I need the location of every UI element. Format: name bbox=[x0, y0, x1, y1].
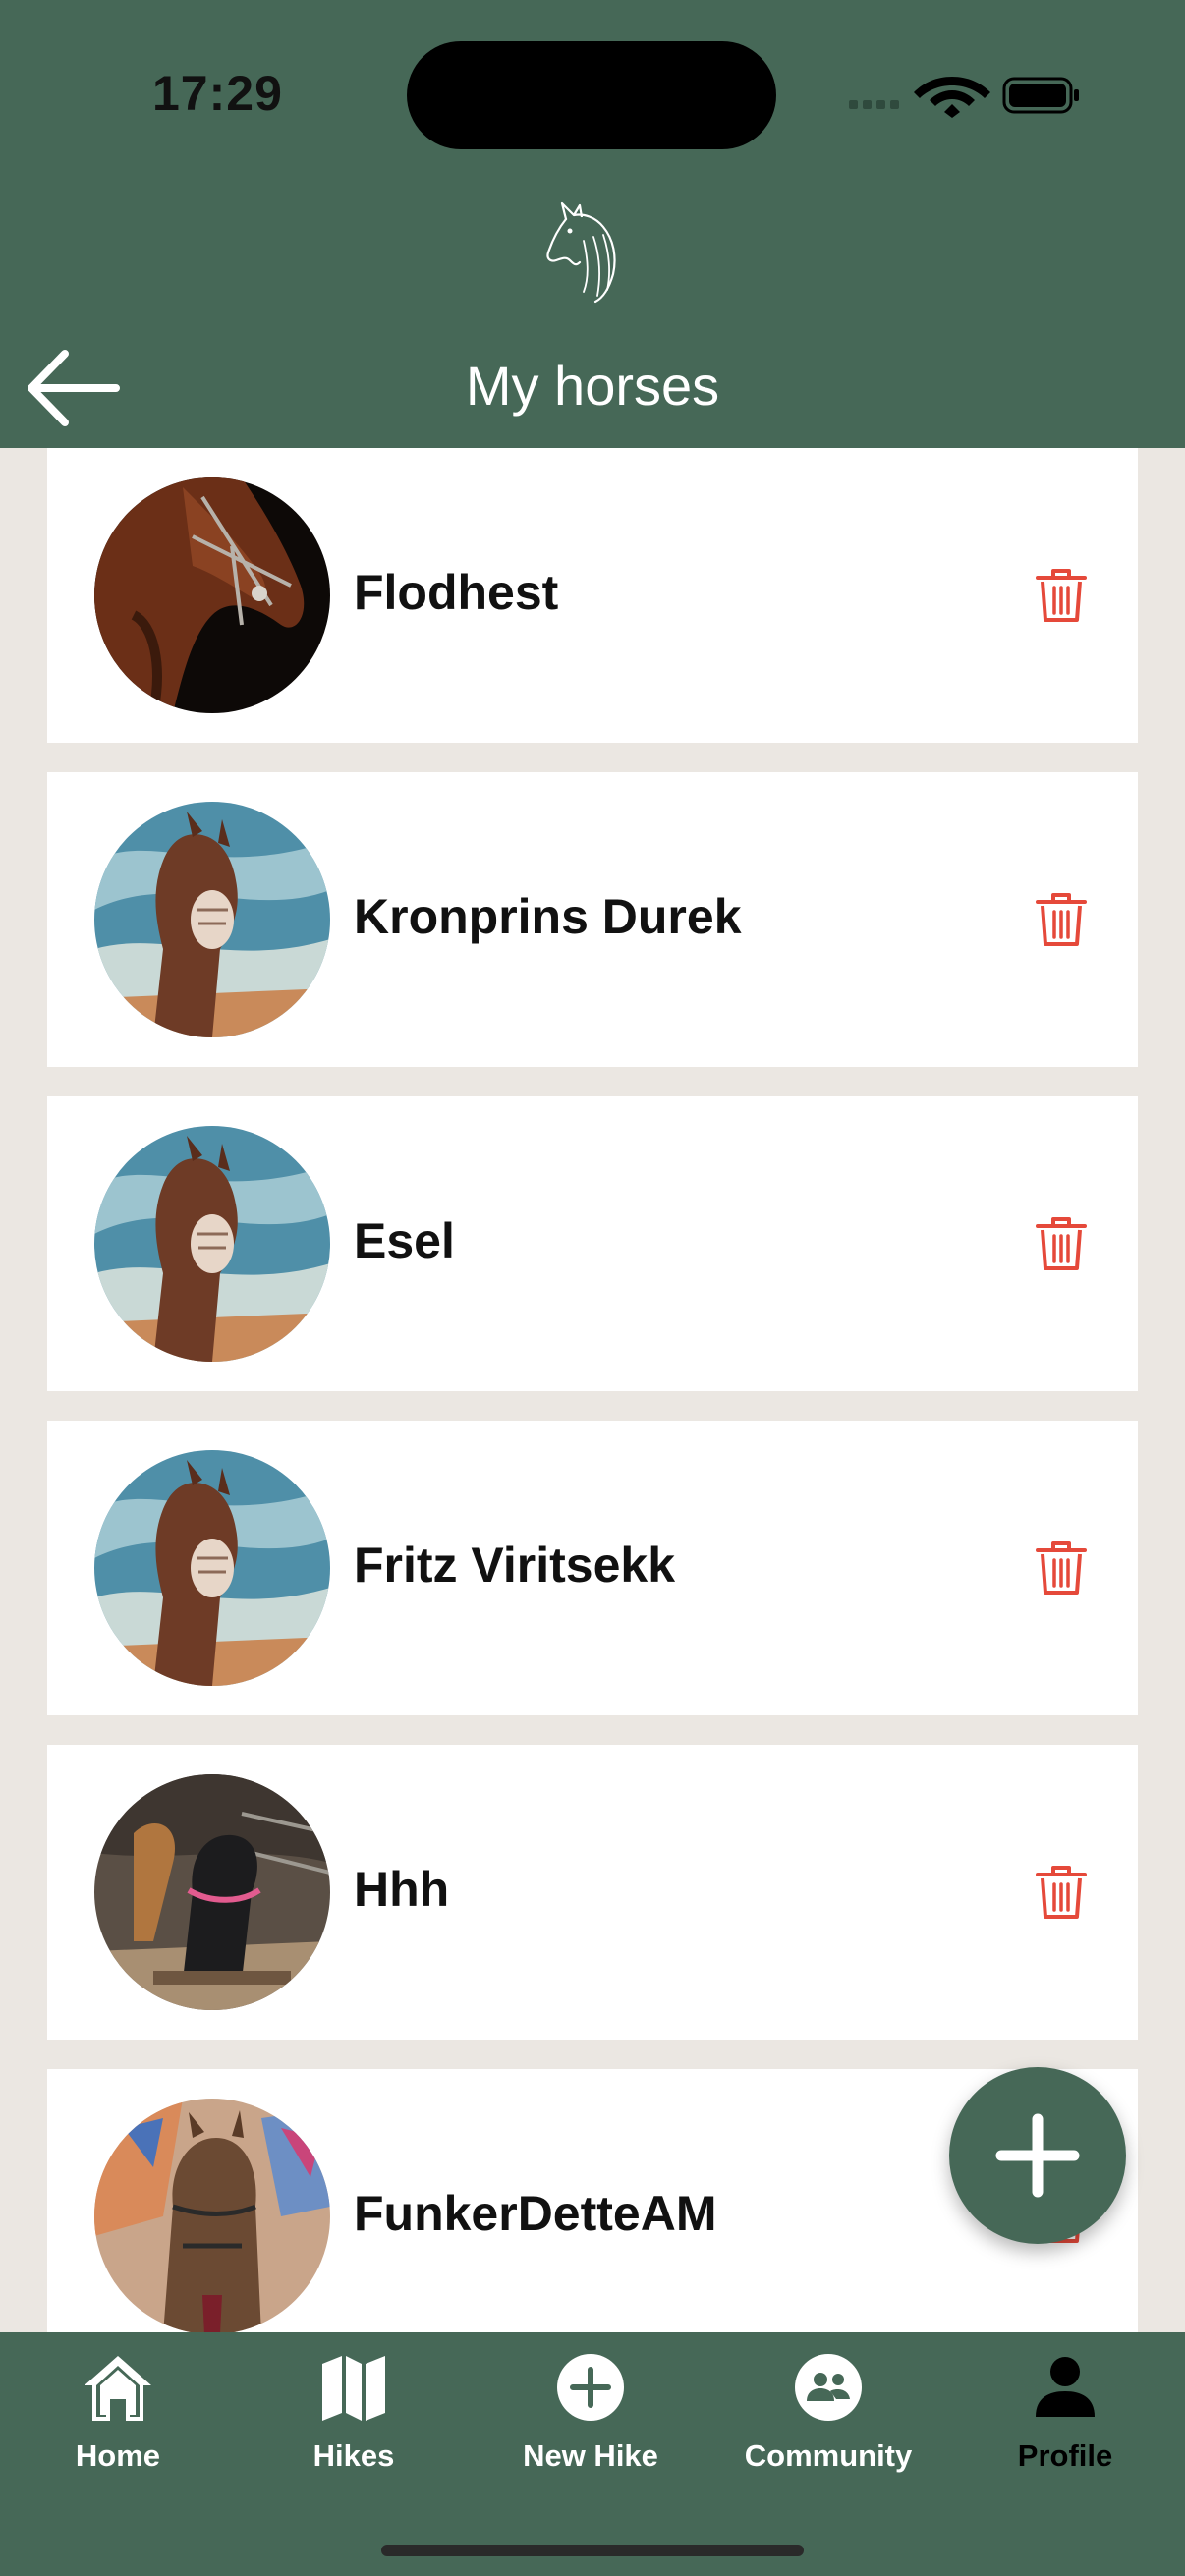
horse-photo bbox=[94, 1774, 330, 2010]
horse-name: Fritz Viritsekk bbox=[354, 1538, 676, 1593]
delete-horse-button[interactable] bbox=[1032, 566, 1091, 625]
person-icon bbox=[1036, 2357, 1095, 2417]
status-time: 17:29 bbox=[152, 66, 283, 121]
horse-card[interactable]: Esel bbox=[47, 1096, 1138, 1391]
add-horse-button[interactable] bbox=[949, 2067, 1126, 2244]
trash-icon bbox=[1036, 569, 1087, 622]
tab-home[interactable]: Home bbox=[0, 2332, 236, 2490]
top-header: 17:29 My horses bbox=[0, 0, 1185, 448]
plus-icon bbox=[995, 2113, 1080, 2198]
horse-card[interactable]: Kronprins Durek bbox=[47, 772, 1138, 1067]
delete-horse-button[interactable] bbox=[1032, 1863, 1091, 1922]
wifi-icon bbox=[914, 77, 990, 118]
status-icons bbox=[849, 77, 1079, 118]
horse-name: Hhh bbox=[354, 1862, 450, 1917]
horse-photo bbox=[94, 1126, 330, 1362]
plus-circle-icon bbox=[557, 2354, 624, 2421]
delete-horse-button[interactable] bbox=[1032, 1214, 1091, 1273]
trash-icon bbox=[1036, 1217, 1087, 1270]
home-indicator bbox=[381, 2545, 804, 2556]
battery-icon bbox=[1002, 77, 1079, 114]
tab-label: New Hike bbox=[523, 2438, 658, 2473]
community-icon bbox=[795, 2354, 862, 2421]
trash-icon bbox=[1036, 1866, 1087, 1919]
delete-horse-button[interactable] bbox=[1032, 1539, 1091, 1597]
horse-avatar bbox=[94, 802, 330, 1037]
horse-name: FunkerDetteAM bbox=[354, 2186, 717, 2241]
horse-photo bbox=[94, 477, 330, 713]
horse-avatar bbox=[94, 1774, 330, 2010]
horse-list[interactable]: Flodhest Kronprins Durek Esel Fritz Viri… bbox=[0, 448, 1185, 2332]
horse-avatar bbox=[94, 1126, 330, 1362]
horse-avatar bbox=[94, 477, 330, 713]
dynamic-island bbox=[407, 41, 776, 149]
map-icon bbox=[322, 2356, 385, 2421]
cellular-signal-icon bbox=[849, 100, 899, 109]
delete-horse-button[interactable] bbox=[1032, 890, 1091, 949]
tab-profile[interactable]: Profile bbox=[947, 2332, 1183, 2490]
tab-label: Community bbox=[744, 2438, 913, 2473]
horse-logo-icon bbox=[546, 201, 616, 304]
tab-community[interactable]: Community bbox=[710, 2332, 946, 2490]
horse-photo bbox=[94, 1450, 330, 1686]
tab-new-hike[interactable]: New Hike bbox=[473, 2332, 708, 2490]
page-title: My horses bbox=[465, 355, 720, 417]
horse-card[interactable]: Hhh bbox=[47, 1745, 1138, 2040]
tab-label: Hikes bbox=[312, 2438, 395, 2473]
bottom-tab-bar: Home Hikes New Hike Community Profile bbox=[0, 2332, 1185, 2576]
horse-name: Esel bbox=[354, 1213, 455, 1268]
horse-avatar bbox=[94, 2099, 330, 2332]
tab-label: Home bbox=[75, 2438, 161, 2473]
tab-hikes[interactable]: Hikes bbox=[236, 2332, 472, 2490]
horse-photo bbox=[94, 2099, 330, 2332]
horse-card[interactable]: Flodhest bbox=[47, 448, 1138, 743]
trash-icon bbox=[1036, 893, 1087, 946]
horse-card[interactable]: Fritz Viritsekk bbox=[47, 1421, 1138, 1715]
horse-photo bbox=[94, 802, 330, 1037]
horse-avatar bbox=[94, 1450, 330, 1686]
horse-name: Flodhest bbox=[354, 565, 559, 620]
horse-name: Kronprins Durek bbox=[354, 889, 742, 944]
trash-icon bbox=[1036, 1541, 1087, 1595]
home-icon bbox=[85, 2356, 151, 2421]
tab-label: Profile bbox=[1017, 2438, 1113, 2473]
